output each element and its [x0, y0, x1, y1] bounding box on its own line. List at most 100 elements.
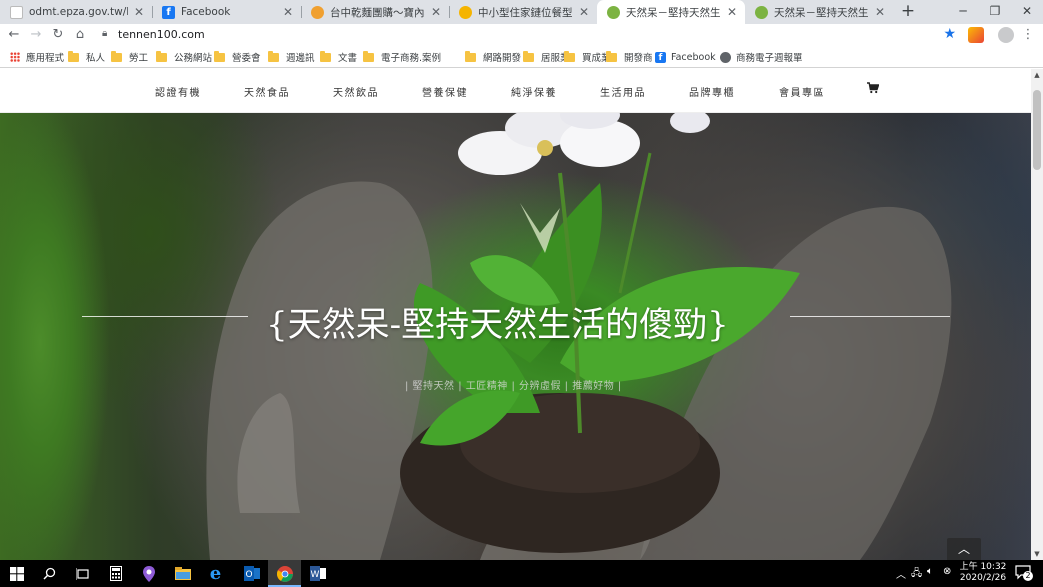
- folder-icon: [214, 50, 225, 62]
- web-page: 認證有機 天然食品 天然飲品 營養保健 純淨保養 生活用品 品牌專櫃 會員專區: [0, 69, 1031, 560]
- bookmark-label: 私人: [86, 53, 106, 64]
- scroll-down-icon[interactable]: ▼: [1031, 548, 1043, 560]
- bookmark-folder[interactable]: 勞工: [111, 50, 148, 64]
- tray-chevron-up-icon[interactable]: ︿: [896, 566, 906, 581]
- extension-icon[interactable]: [968, 27, 984, 43]
- url-text: tennen100.com: [118, 28, 205, 41]
- bookmark-folder[interactable]: 文書: [320, 50, 357, 64]
- chrome-icon[interactable]: [268, 560, 301, 587]
- nav-daily-goods[interactable]: 生活用品: [600, 84, 646, 99]
- maps-pin-icon[interactable]: [132, 560, 165, 587]
- search-icon[interactable]: [33, 560, 66, 587]
- bookmark-folder[interactable]: 開發商: [606, 50, 653, 64]
- folder-icon: [465, 50, 476, 62]
- notification-badge: 2: [1023, 571, 1033, 581]
- action-center-icon[interactable]: 2: [1015, 564, 1033, 583]
- back-icon[interactable]: ←: [5, 26, 23, 44]
- browser-tab[interactable]: 台中乾麵團購～寶內專業名合 ✕: [301, 0, 449, 24]
- bookmark-folder[interactable]: 電子商務.案例: [363, 50, 441, 64]
- close-tab-icon[interactable]: ✕: [873, 5, 887, 19]
- hero-subtitle: | 堅持天然 | 工匠精神 | 分辨虛假 | 推薦好物 |: [405, 381, 622, 392]
- bookmark-label: 公務網站: [174, 53, 213, 64]
- bookmark-star-icon[interactable]: ★: [943, 26, 956, 42]
- start-button[interactable]: [0, 560, 33, 587]
- tab-title: 中小型住家鏈位餐型週設網: [478, 6, 573, 19]
- system-clock[interactable]: 上午 10:32 2020/2/26: [958, 562, 1008, 584]
- nav-nutrition[interactable]: 營養保健: [422, 84, 468, 99]
- browser-tab[interactable]: f Facebook ✕: [152, 0, 301, 24]
- bookmark-apps[interactable]: 應用程式: [10, 50, 64, 64]
- scroll-up-icon[interactable]: ▲: [1031, 69, 1043, 81]
- task-view-icon[interactable]: [66, 560, 99, 587]
- close-window-icon[interactable]: ✕: [1011, 0, 1043, 24]
- bookmark-folder[interactable]: 居服業: [523, 50, 570, 64]
- page-icon: [10, 5, 23, 19]
- word-icon[interactable]: W: [301, 560, 334, 587]
- globe-icon: [720, 51, 731, 63]
- home-icon[interactable]: ⌂: [71, 26, 89, 44]
- bookmark-label: 開發商: [624, 53, 653, 64]
- tab-title: odmt.epza.gov.tw/FolderLis: [29, 6, 128, 18]
- profile-avatar-icon[interactable]: [998, 27, 1014, 43]
- browser-tab[interactable]: odmt.epza.gov.tw/FolderLis ✕: [0, 0, 152, 24]
- edge-browser-icon[interactable]: e: [199, 560, 232, 587]
- bookmark-folder[interactable]: 網路開發: [465, 50, 521, 64]
- address-bar[interactable]: 🔒︎ tennen100.com ★: [96, 25, 962, 45]
- tab-title: 台中乾麵團購～寶內專業名合: [330, 6, 425, 19]
- bookmark-label: 電子商務.案例: [381, 53, 442, 64]
- title-divider-left: [82, 316, 248, 317]
- nav-brand-counter[interactable]: 品牌專櫃: [689, 84, 735, 99]
- page-scrollbar[interactable]: ▲ ▼: [1031, 69, 1043, 560]
- close-tab-icon[interactable]: ✕: [577, 5, 591, 19]
- minimize-icon[interactable]: ─: [947, 0, 979, 24]
- apps-icon: [10, 52, 20, 62]
- browser-tab-active[interactable]: 天然呆－堅持天然生活的傻勁 ✕: [597, 0, 745, 24]
- close-tab-icon[interactable]: ✕: [725, 5, 739, 19]
- bookmark-label: 勞工: [129, 53, 149, 64]
- new-tab-button[interactable]: +: [898, 2, 918, 22]
- restore-icon[interactable]: ❐: [979, 0, 1011, 24]
- bookmark-facebook[interactable]: f Facebook: [655, 50, 716, 64]
- browser-toolbar: ← → ↻ ⌂ 🔒︎ tennen100.com ★ ⋮: [0, 24, 1043, 46]
- bookmark-site[interactable]: 商務電子週報單: [720, 50, 803, 64]
- close-tab-icon[interactable]: ✕: [281, 5, 295, 19]
- reload-icon[interactable]: ↻: [49, 26, 67, 44]
- file-explorer-icon[interactable]: [166, 560, 199, 587]
- notification-off-icon[interactable]: ⊗: [943, 566, 951, 577]
- folder-icon: [564, 50, 575, 62]
- nav-certified-organic[interactable]: 認證有機: [155, 84, 201, 99]
- bookmark-folder[interactable]: 週邊訊: [268, 50, 315, 64]
- menu-kebab-icon[interactable]: ⋮: [1019, 26, 1037, 44]
- browser-tab[interactable]: 天然呆－堅持天然生活的傻勁 ✕: [745, 0, 893, 24]
- volume-icon[interactable]: 🔈︎: [927, 566, 933, 577]
- bookmark-label: 文書: [338, 53, 358, 64]
- outlook-icon[interactable]: O: [235, 560, 268, 587]
- network-icon[interactable]: 🖧︎: [911, 566, 922, 583]
- windows-taskbar: e O W ︿ 🖧︎ 🔈︎ ⊗ 上午 10:32 2020/2/26 2: [0, 560, 1043, 587]
- nav-natural-drinks[interactable]: 天然飲品: [333, 84, 379, 99]
- calculator-icon[interactable]: [99, 560, 132, 587]
- bookmark-folder[interactable]: 私人: [68, 50, 105, 64]
- tab-strip: odmt.epza.gov.tw/FolderLis ✕ f Facebook …: [0, 0, 1043, 24]
- forward-icon[interactable]: →: [27, 26, 45, 44]
- back-to-top-button[interactable]: ︿: [947, 538, 981, 560]
- folder-icon: [363, 50, 374, 62]
- close-tab-icon[interactable]: ✕: [429, 5, 443, 19]
- bookmark-folder[interactable]: 營委會: [214, 50, 261, 64]
- browser-tab[interactable]: 中小型住家鏈位餐型週設網 ✕: [449, 0, 597, 24]
- scrollbar-thumb[interactable]: [1033, 90, 1041, 170]
- bookmark-label: 應用程式: [26, 53, 65, 64]
- cart-icon[interactable]: [867, 82, 879, 94]
- bookmark-folder[interactable]: 買成業: [564, 50, 611, 64]
- bookmark-label: 網路開發: [483, 53, 522, 64]
- tennen-icon: [755, 5, 768, 19]
- bookmark-label: 週邊訊: [286, 53, 315, 64]
- close-tab-icon[interactable]: ✕: [132, 5, 146, 19]
- clock-time: 上午 10:32: [959, 562, 1007, 572]
- bookmark-folder[interactable]: 公務網站: [156, 50, 212, 64]
- clock-date: 2020/2/26: [959, 573, 1007, 583]
- nav-skincare[interactable]: 純淨保養: [511, 84, 557, 99]
- nav-member-area[interactable]: 會員專區: [779, 84, 825, 99]
- nav-natural-food[interactable]: 天然食品: [244, 84, 290, 99]
- bookmark-label: 商務電子週報單: [736, 53, 803, 64]
